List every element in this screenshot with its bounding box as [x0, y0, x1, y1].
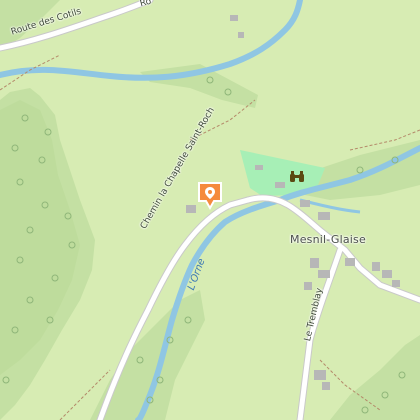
map-canvas[interactable]: Route des Cotils Ro Chemin la Chapelle S…	[0, 0, 420, 420]
place-label-mesnil-glaise: Mesnil-Glaise	[290, 233, 366, 246]
binoculars-icon[interactable]	[289, 170, 305, 184]
map-pin-icon[interactable]	[197, 181, 223, 211]
